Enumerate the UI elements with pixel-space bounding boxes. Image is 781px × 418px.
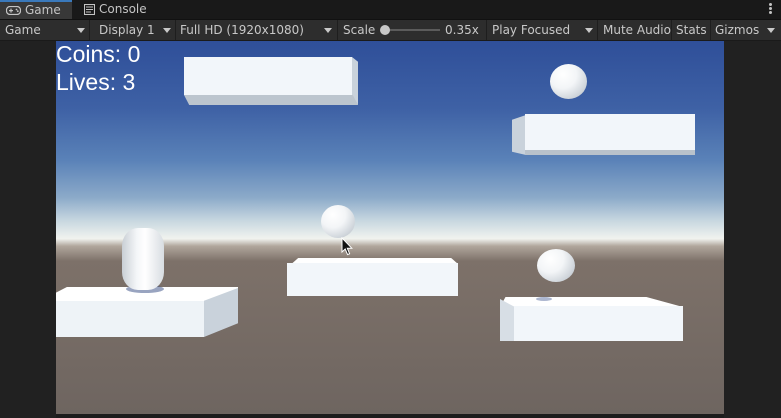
gizmos-toggle[interactable]: Gizmos — [710, 20, 766, 40]
scale-value: 0.35x — [445, 23, 479, 37]
viewport-bottom-edge — [56, 414, 724, 418]
more-options-icon[interactable] — [769, 2, 773, 16]
view-mode-dropdown[interactable]: Game — [0, 20, 88, 40]
display-value: Display 1 — [99, 23, 155, 37]
tab-console[interactable]: Console — [78, 0, 164, 19]
display-dropdown[interactable]: Display 1 — [94, 20, 174, 40]
scale-label: Scale — [343, 23, 376, 37]
game-viewport[interactable]: Coins: 0 Lives: 3 — [56, 41, 724, 414]
play-mode-dropdown[interactable]: Play Focused — [487, 20, 597, 40]
scale-slider-handle[interactable] — [380, 25, 390, 35]
chevron-down-icon — [163, 28, 171, 33]
editor-tab-bar: Game Console — [0, 0, 781, 20]
coin-sphere — [550, 64, 587, 99]
coin-shadow — [536, 297, 552, 301]
coin-sphere — [321, 205, 355, 238]
gamepad-icon — [6, 6, 21, 15]
viewport-gutter-left — [0, 41, 56, 418]
coins-counter: Coins: 0 — [56, 41, 141, 67]
resolution-dropdown[interactable]: Full HD (1920x1080) — [175, 20, 337, 40]
viewport-gutter-right — [724, 41, 781, 418]
chevron-down-icon — [324, 28, 332, 33]
chevron-down-icon — [585, 28, 593, 33]
player-capsule — [122, 228, 164, 290]
scale-slider-track[interactable] — [382, 29, 440, 31]
mute-audio-toggle[interactable]: Mute Audio — [598, 20, 671, 40]
lives-counter: Lives: 3 — [56, 69, 136, 95]
tab-game[interactable]: Game — [0, 0, 72, 19]
chevron-down-icon[interactable] — [767, 28, 775, 33]
tab-game-label: Game — [25, 3, 61, 17]
tab-console-label: Console — [99, 2, 147, 16]
stats-toggle[interactable]: Stats — [671, 20, 710, 40]
console-icon — [84, 4, 95, 15]
view-mode-value: Game — [5, 23, 41, 37]
coin-sphere — [537, 249, 575, 282]
mouse-cursor-icon — [341, 237, 353, 256]
resolution-value: Full HD (1920x1080) — [180, 23, 304, 37]
play-mode-value: Play Focused — [492, 23, 571, 37]
chevron-down-icon — [77, 28, 85, 33]
